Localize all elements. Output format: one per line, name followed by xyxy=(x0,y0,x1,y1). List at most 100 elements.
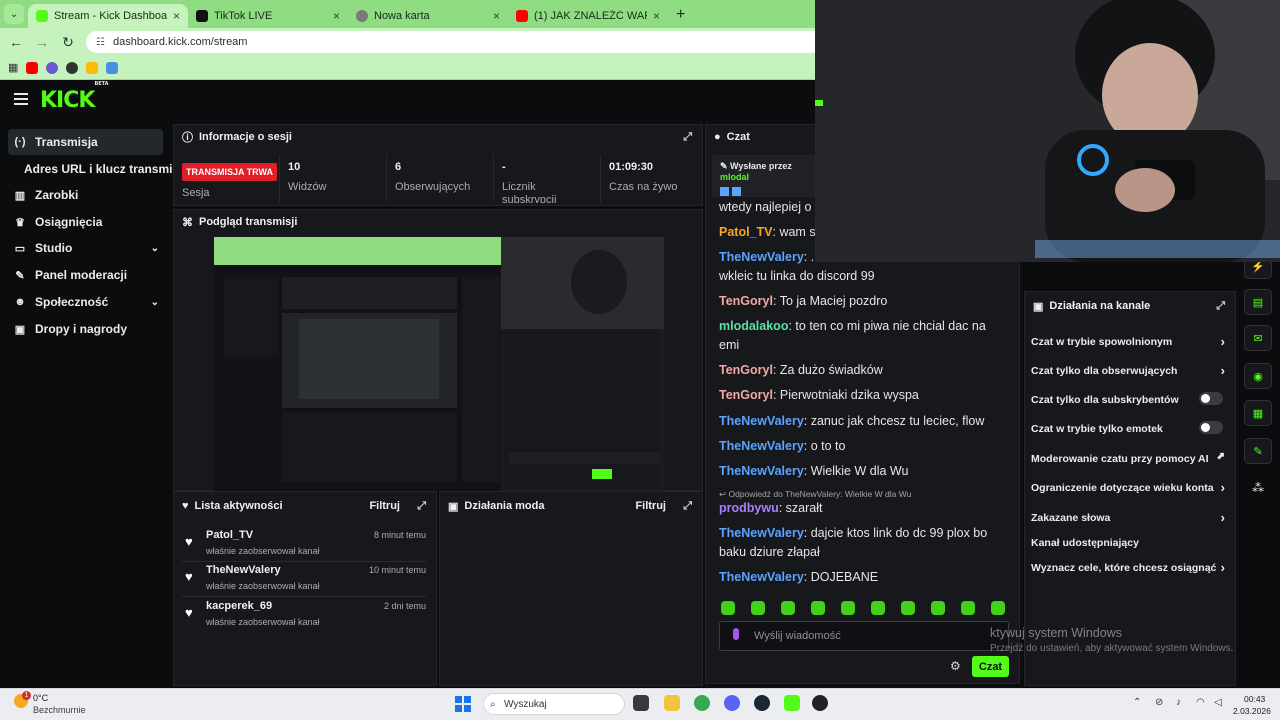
chevron-down-icon[interactable]: ⌄ xyxy=(151,297,159,308)
taskbar-date[interactable]: 2.03.2026 xyxy=(1233,706,1271,716)
new-tab-button[interactable]: + xyxy=(676,6,685,24)
activity-user[interactable]: TheNewValery xyxy=(206,564,281,576)
sidebar-item-transmisja[interactable]: (·) Transmisja xyxy=(8,129,163,155)
emote-icon[interactable] xyxy=(841,601,855,615)
banned-words-option[interactable]: Zakazane słowa › xyxy=(1031,510,1231,525)
taskbar-time[interactable]: 00:43 xyxy=(1244,694,1265,704)
quick-action-broadcast-icon[interactable]: ◉ xyxy=(1244,363,1272,389)
taskbar-search[interactable]: ⌕ Wyszukaj xyxy=(483,693,625,715)
url-field[interactable]: ☷ dashboard.kick.com/stream xyxy=(86,31,815,53)
bookmark-2-icon[interactable] xyxy=(46,61,59,74)
windows-start-icon[interactable] xyxy=(455,696,471,712)
wifi-icon[interactable]: ◠ xyxy=(1196,697,1205,708)
emote-icon[interactable] xyxy=(901,601,915,615)
drive-bookmark-icon[interactable] xyxy=(86,61,99,74)
emote-only-toggle[interactable] xyxy=(1199,421,1223,434)
quick-action-chat-icon[interactable]: ✉ xyxy=(1244,325,1272,351)
close-tab-icon[interactable]: × xyxy=(333,9,340,23)
expand-icon[interactable]: ⤢ xyxy=(417,500,426,513)
filter-button[interactable]: Filtruj xyxy=(635,500,666,512)
kick-app-icon[interactable] xyxy=(784,695,800,711)
mic-icon[interactable] xyxy=(733,628,739,640)
sidebar-item-studio[interactable]: ▭ Studio ⌄ xyxy=(8,235,163,261)
chat-username[interactable]: mlodalakoo xyxy=(719,319,788,333)
chat-message-input[interactable]: Wyślij wiadomość xyxy=(719,621,1009,651)
sidebar-item-zarobki[interactable]: ▥ Zarobki xyxy=(8,182,163,208)
close-tab-icon[interactable]: × xyxy=(653,9,660,23)
weather-temp[interactable]: 0°C xyxy=(33,693,48,703)
activity-user[interactable]: Patol_TV xyxy=(206,529,253,541)
close-tab-icon[interactable]: × xyxy=(173,9,180,23)
bookmark-5-icon[interactable] xyxy=(106,61,119,74)
emote-icon[interactable] xyxy=(781,601,795,615)
filter-button[interactable]: Filtruj xyxy=(369,500,400,512)
quick-action-share-icon[interactable]: ⁂ xyxy=(1252,481,1264,495)
expand-icon[interactable]: ⤢ xyxy=(683,131,692,144)
chevron-down-icon[interactable]: ⌄ xyxy=(151,243,159,254)
stream-preview-video[interactable] xyxy=(214,237,664,491)
tab-search-icon[interactable]: ⌄ xyxy=(4,4,24,24)
sidebar-item-dropy[interactable]: ▣ Dropy i nagrody xyxy=(8,316,163,342)
emote-icon[interactable] xyxy=(871,601,885,615)
tab-tiktok-live[interactable]: TikTok LIVE × xyxy=(188,4,348,28)
discord-icon[interactable] xyxy=(724,695,740,711)
emote-icon[interactable] xyxy=(931,601,945,615)
media-app-icon[interactable] xyxy=(812,695,828,711)
tray-overflow-icon[interactable]: ⌃ xyxy=(1133,697,1141,708)
chat-username[interactable]: TenGoryl xyxy=(719,388,773,402)
chat-username[interactable]: TheNewValery xyxy=(719,439,804,453)
sidebar-item-panel-moderacji[interactable]: ✎ Panel moderacji xyxy=(8,262,163,288)
emote-icon[interactable] xyxy=(721,601,735,615)
chat-username[interactable]: prodbywu xyxy=(719,501,779,515)
quick-action-note-icon[interactable]: ▤ xyxy=(1244,289,1272,315)
weather-desc[interactable]: Bezchmurnie xyxy=(33,705,86,715)
slow-mode-option[interactable]: Czat w trybie spowolnionym › xyxy=(1031,334,1231,349)
task-view-icon[interactable] xyxy=(633,695,649,711)
volume-icon[interactable]: ◁ xyxy=(1214,697,1222,708)
back-icon[interactable]: ← xyxy=(8,34,24,50)
close-tab-icon[interactable]: × xyxy=(493,9,500,23)
menu-icon[interactable] xyxy=(14,93,28,107)
tab-kick-dashboard[interactable]: Stream - Kick Dashboard × xyxy=(28,4,188,28)
mic-tray-icon[interactable]: ♪ xyxy=(1176,697,1181,708)
emote-icon[interactable] xyxy=(961,601,975,615)
emote-icon[interactable] xyxy=(751,601,765,615)
sharing-channel-option[interactable]: Kanał udostępniający xyxy=(1031,537,1231,549)
chat-username[interactable]: TenGoryl xyxy=(719,294,773,308)
chat-username[interactable]: TenGoryl xyxy=(719,363,773,377)
reload-icon[interactable]: ↻ xyxy=(60,34,76,51)
file-explorer-icon[interactable] xyxy=(664,695,680,711)
pinned-message[interactable]: ✎ Wysłane przez mlodal xyxy=(712,155,822,197)
subscribers-only-toggle[interactable] xyxy=(1199,392,1223,405)
expand-icon[interactable]: ⤢ xyxy=(1216,300,1225,313)
sidebar-item-spolecznosc[interactable]: ☻ Społeczność ⌄ xyxy=(8,289,163,315)
tab-youtube[interactable]: (1) JAK ZNALEŹĆ WARTOŚCIOW × xyxy=(508,4,668,28)
send-chat-button[interactable]: Czat xyxy=(972,656,1009,677)
site-info-icon[interactable]: ☷ xyxy=(96,37,105,48)
set-goals-option[interactable]: Wyznacz cele, które chcesz osiągnąć › xyxy=(1031,560,1231,575)
quick-action-wrench-icon[interactable]: ✎ xyxy=(1244,438,1272,464)
quick-action-layout-icon[interactable]: ▦ xyxy=(1244,400,1272,426)
expand-icon[interactable]: ⤢ xyxy=(683,500,692,513)
chat-username[interactable]: TheNewValery xyxy=(719,414,804,428)
chat-username[interactable]: TheNewValery xyxy=(719,250,804,264)
forward-icon[interactable]: → xyxy=(34,34,50,50)
chat-username[interactable]: TheNewValery xyxy=(719,464,804,478)
whatsapp-bookmark-icon[interactable] xyxy=(66,61,79,74)
followers-only-option[interactable]: Czat tylko dla obserwujących › xyxy=(1031,363,1231,378)
account-age-option[interactable]: Ograniczenie dotyczące wieku konta › xyxy=(1031,480,1231,495)
chat-username[interactable]: TheNewValery xyxy=(719,526,804,540)
chrome-icon[interactable] xyxy=(694,695,710,711)
activity-user[interactable]: kacperek_69 xyxy=(206,600,272,612)
chat-username[interactable]: Patol_TV xyxy=(719,225,773,239)
apps-grid-icon[interactable]: ▦ xyxy=(8,61,18,74)
sidebar-subitem-stream-key[interactable]: Adres URL i klucz transmisji xyxy=(24,162,186,176)
kick-logo[interactable]: KICKBETA xyxy=(40,81,109,113)
network-icon[interactable]: ⊘ xyxy=(1155,697,1163,708)
emote-icon[interactable] xyxy=(811,601,825,615)
steam-icon[interactable] xyxy=(754,695,770,711)
chat-settings-icon[interactable]: ⚙ xyxy=(950,659,961,673)
ai-moderation-option[interactable]: Moderowanie czatu przy pomocy AI ⬈ xyxy=(1031,451,1231,465)
sidebar-item-osiagniecia[interactable]: ♛ Osiągnięcia xyxy=(8,209,163,235)
emote-icon[interactable] xyxy=(991,601,1005,615)
